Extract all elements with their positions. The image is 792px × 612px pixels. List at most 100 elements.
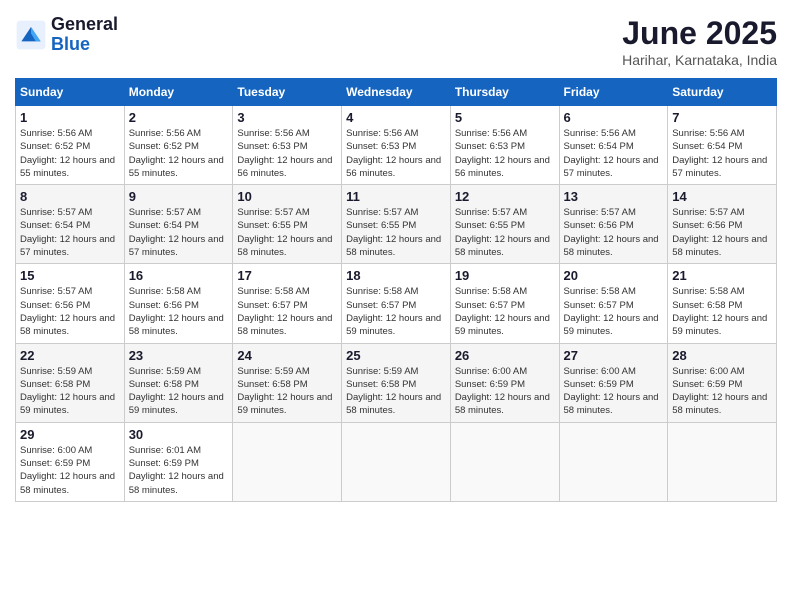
logo-icon <box>15 19 47 51</box>
day-cell: 14 Sunrise: 5:57 AM Sunset: 6:56 PM Dayl… <box>668 185 777 264</box>
day-number: 16 <box>129 268 229 283</box>
day-number: 20 <box>564 268 664 283</box>
column-header-saturday: Saturday <box>668 79 777 106</box>
day-info: Sunrise: 6:00 AM Sunset: 6:59 PM Dayligh… <box>564 365 664 418</box>
day-number: 13 <box>564 189 664 204</box>
day-number: 26 <box>455 348 555 363</box>
day-cell: 19 Sunrise: 5:58 AM Sunset: 6:57 PM Dayl… <box>450 264 559 343</box>
day-cell: 12 Sunrise: 5:57 AM Sunset: 6:55 PM Dayl… <box>450 185 559 264</box>
day-number: 10 <box>237 189 337 204</box>
day-info: Sunrise: 5:59 AM Sunset: 6:58 PM Dayligh… <box>237 365 337 418</box>
day-number: 30 <box>129 427 229 442</box>
day-number: 29 <box>20 427 120 442</box>
day-info: Sunrise: 5:56 AM Sunset: 6:54 PM Dayligh… <box>564 127 664 180</box>
day-info: Sunrise: 5:59 AM Sunset: 6:58 PM Dayligh… <box>346 365 446 418</box>
day-number: 24 <box>237 348 337 363</box>
day-info: Sunrise: 5:58 AM Sunset: 6:57 PM Dayligh… <box>564 285 664 338</box>
logo-line2: Blue <box>51 35 118 55</box>
day-cell: 26 Sunrise: 6:00 AM Sunset: 6:59 PM Dayl… <box>450 343 559 422</box>
day-number: 5 <box>455 110 555 125</box>
day-number: 19 <box>455 268 555 283</box>
day-number: 28 <box>672 348 772 363</box>
day-cell: 21 Sunrise: 5:58 AM Sunset: 6:58 PM Dayl… <box>668 264 777 343</box>
column-header-friday: Friday <box>559 79 668 106</box>
title-block: June 2025 Harihar, Karnataka, India <box>622 15 777 68</box>
day-number: 9 <box>129 189 229 204</box>
day-cell: 20 Sunrise: 5:58 AM Sunset: 6:57 PM Dayl… <box>559 264 668 343</box>
day-info: Sunrise: 5:57 AM Sunset: 6:55 PM Dayligh… <box>346 206 446 259</box>
day-cell: 23 Sunrise: 5:59 AM Sunset: 6:58 PM Dayl… <box>124 343 233 422</box>
day-info: Sunrise: 5:56 AM Sunset: 6:54 PM Dayligh… <box>672 127 772 180</box>
day-number: 17 <box>237 268 337 283</box>
day-cell <box>559 422 668 501</box>
column-header-sunday: Sunday <box>16 79 125 106</box>
day-number: 6 <box>564 110 664 125</box>
logo-line1: General <box>51 15 118 35</box>
page-header: General Blue June 2025 Harihar, Karnatak… <box>15 15 777 68</box>
day-number: 3 <box>237 110 337 125</box>
day-number: 21 <box>672 268 772 283</box>
day-info: Sunrise: 5:57 AM Sunset: 6:55 PM Dayligh… <box>455 206 555 259</box>
day-info: Sunrise: 5:57 AM Sunset: 6:56 PM Dayligh… <box>672 206 772 259</box>
day-info: Sunrise: 6:00 AM Sunset: 6:59 PM Dayligh… <box>455 365 555 418</box>
day-info: Sunrise: 5:58 AM Sunset: 6:56 PM Dayligh… <box>129 285 229 338</box>
day-info: Sunrise: 5:56 AM Sunset: 6:53 PM Dayligh… <box>346 127 446 180</box>
day-cell: 27 Sunrise: 6:00 AM Sunset: 6:59 PM Dayl… <box>559 343 668 422</box>
day-info: Sunrise: 5:57 AM Sunset: 6:56 PM Dayligh… <box>564 206 664 259</box>
day-cell: 11 Sunrise: 5:57 AM Sunset: 6:55 PM Dayl… <box>342 185 451 264</box>
day-cell: 30 Sunrise: 6:01 AM Sunset: 6:59 PM Dayl… <box>124 422 233 501</box>
day-cell: 2 Sunrise: 5:56 AM Sunset: 6:52 PM Dayli… <box>124 106 233 185</box>
day-info: Sunrise: 5:57 AM Sunset: 6:56 PM Dayligh… <box>20 285 120 338</box>
day-info: Sunrise: 5:57 AM Sunset: 6:55 PM Dayligh… <box>237 206 337 259</box>
logo: General Blue <box>15 15 118 55</box>
day-cell: 13 Sunrise: 5:57 AM Sunset: 6:56 PM Dayl… <box>559 185 668 264</box>
day-info: Sunrise: 5:57 AM Sunset: 6:54 PM Dayligh… <box>129 206 229 259</box>
day-cell: 4 Sunrise: 5:56 AM Sunset: 6:53 PM Dayli… <box>342 106 451 185</box>
day-cell: 7 Sunrise: 5:56 AM Sunset: 6:54 PM Dayli… <box>668 106 777 185</box>
day-number: 4 <box>346 110 446 125</box>
location: Harihar, Karnataka, India <box>622 52 777 68</box>
day-number: 12 <box>455 189 555 204</box>
day-cell <box>233 422 342 501</box>
day-number: 22 <box>20 348 120 363</box>
day-info: Sunrise: 5:59 AM Sunset: 6:58 PM Dayligh… <box>129 365 229 418</box>
column-header-thursday: Thursday <box>450 79 559 106</box>
day-number: 1 <box>20 110 120 125</box>
week-row-4: 22 Sunrise: 5:59 AM Sunset: 6:58 PM Dayl… <box>16 343 777 422</box>
day-cell: 10 Sunrise: 5:57 AM Sunset: 6:55 PM Dayl… <box>233 185 342 264</box>
day-info: Sunrise: 5:56 AM Sunset: 6:53 PM Dayligh… <box>237 127 337 180</box>
week-row-2: 8 Sunrise: 5:57 AM Sunset: 6:54 PM Dayli… <box>16 185 777 264</box>
day-number: 23 <box>129 348 229 363</box>
day-cell: 5 Sunrise: 5:56 AM Sunset: 6:53 PM Dayli… <box>450 106 559 185</box>
day-number: 27 <box>564 348 664 363</box>
day-info: Sunrise: 5:58 AM Sunset: 6:57 PM Dayligh… <box>455 285 555 338</box>
column-header-tuesday: Tuesday <box>233 79 342 106</box>
day-cell: 25 Sunrise: 5:59 AM Sunset: 6:58 PM Dayl… <box>342 343 451 422</box>
day-cell <box>668 422 777 501</box>
day-number: 25 <box>346 348 446 363</box>
day-number: 14 <box>672 189 772 204</box>
day-info: Sunrise: 5:58 AM Sunset: 6:57 PM Dayligh… <box>346 285 446 338</box>
day-cell: 28 Sunrise: 6:00 AM Sunset: 6:59 PM Dayl… <box>668 343 777 422</box>
day-info: Sunrise: 5:58 AM Sunset: 6:58 PM Dayligh… <box>672 285 772 338</box>
day-cell: 3 Sunrise: 5:56 AM Sunset: 6:53 PM Dayli… <box>233 106 342 185</box>
day-info: Sunrise: 6:00 AM Sunset: 6:59 PM Dayligh… <box>20 444 120 497</box>
week-row-5: 29 Sunrise: 6:00 AM Sunset: 6:59 PM Dayl… <box>16 422 777 501</box>
day-cell: 24 Sunrise: 5:59 AM Sunset: 6:58 PM Dayl… <box>233 343 342 422</box>
day-number: 8 <box>20 189 120 204</box>
day-number: 18 <box>346 268 446 283</box>
month-year: June 2025 <box>622 15 777 52</box>
day-number: 15 <box>20 268 120 283</box>
week-row-1: 1 Sunrise: 5:56 AM Sunset: 6:52 PM Dayli… <box>16 106 777 185</box>
day-number: 11 <box>346 189 446 204</box>
day-cell: 18 Sunrise: 5:58 AM Sunset: 6:57 PM Dayl… <box>342 264 451 343</box>
day-info: Sunrise: 6:01 AM Sunset: 6:59 PM Dayligh… <box>129 444 229 497</box>
day-cell <box>450 422 559 501</box>
column-header-wednesday: Wednesday <box>342 79 451 106</box>
week-row-3: 15 Sunrise: 5:57 AM Sunset: 6:56 PM Dayl… <box>16 264 777 343</box>
day-info: Sunrise: 5:58 AM Sunset: 6:57 PM Dayligh… <box>237 285 337 338</box>
day-info: Sunrise: 6:00 AM Sunset: 6:59 PM Dayligh… <box>672 365 772 418</box>
column-header-monday: Monday <box>124 79 233 106</box>
day-info: Sunrise: 5:56 AM Sunset: 6:52 PM Dayligh… <box>129 127 229 180</box>
day-cell: 17 Sunrise: 5:58 AM Sunset: 6:57 PM Dayl… <box>233 264 342 343</box>
